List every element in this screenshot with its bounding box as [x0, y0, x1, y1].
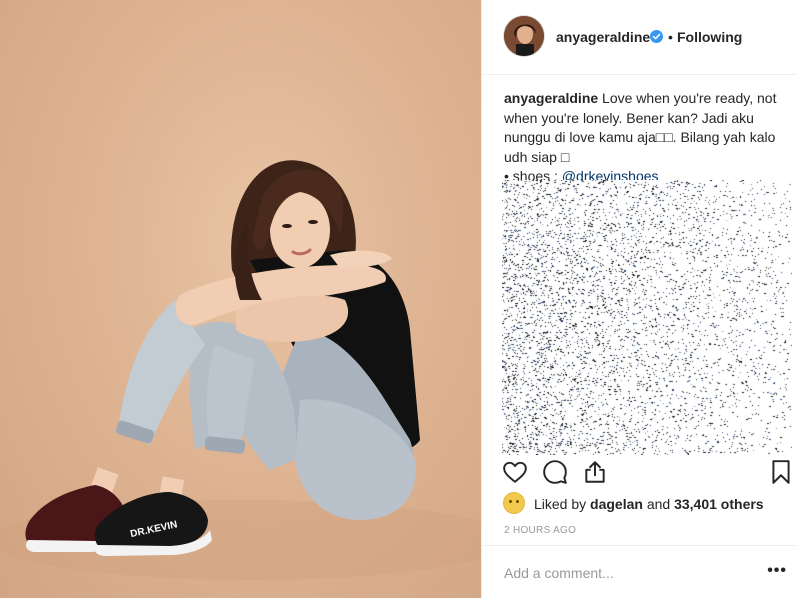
post-caption: anyageraldine Love when you're ready, no… [504, 89, 784, 187]
heart-icon [503, 461, 527, 483]
likes-and: and [646, 496, 671, 512]
following-button[interactable]: Following [677, 29, 742, 45]
post-actions-bar [482, 455, 797, 491]
post-header: anyageraldine • Following [482, 0, 797, 75]
bookmark-icon [772, 460, 790, 484]
post-photo[interactable]: DR.KEVIN [0, 0, 481, 598]
redacted-comments-noise [502, 180, 792, 455]
likes-prefix: Liked by [534, 496, 587, 512]
comment-icon [543, 460, 567, 484]
save-button[interactable] [768, 459, 794, 485]
caption-username-link[interactable]: anyageraldine [504, 90, 598, 106]
like-button[interactable] [502, 459, 528, 485]
more-options-button[interactable]: ••• [767, 562, 787, 580]
comment-button[interactable] [542, 459, 568, 485]
verified-badge-icon [650, 30, 663, 43]
header-username-link[interactable]: anyageraldine [556, 29, 650, 45]
photo-illustration: DR.KEVIN [0, 160, 481, 580]
user-avatar[interactable] [504, 16, 544, 56]
add-comment-section: ••• [482, 545, 797, 598]
header-separator: • [668, 29, 673, 45]
post-side-panel: anyageraldine • Following anyageraldine … [481, 0, 797, 598]
liker-username-link[interactable]: dagelan [590, 496, 643, 512]
avatar-image [504, 16, 544, 56]
add-comment-input[interactable] [504, 563, 744, 583]
share-button[interactable] [582, 459, 608, 485]
post-timestamp[interactable]: 2 HOURS AGO [504, 525, 576, 536]
share-icon [585, 461, 605, 483]
likes-text: Liked by dagelan and 33,401 others [534, 496, 764, 512]
liker-avatar[interactable] [504, 493, 524, 513]
likes-count-link[interactable]: 33,401 others [674, 496, 764, 512]
comments-redacted-area [502, 180, 792, 455]
